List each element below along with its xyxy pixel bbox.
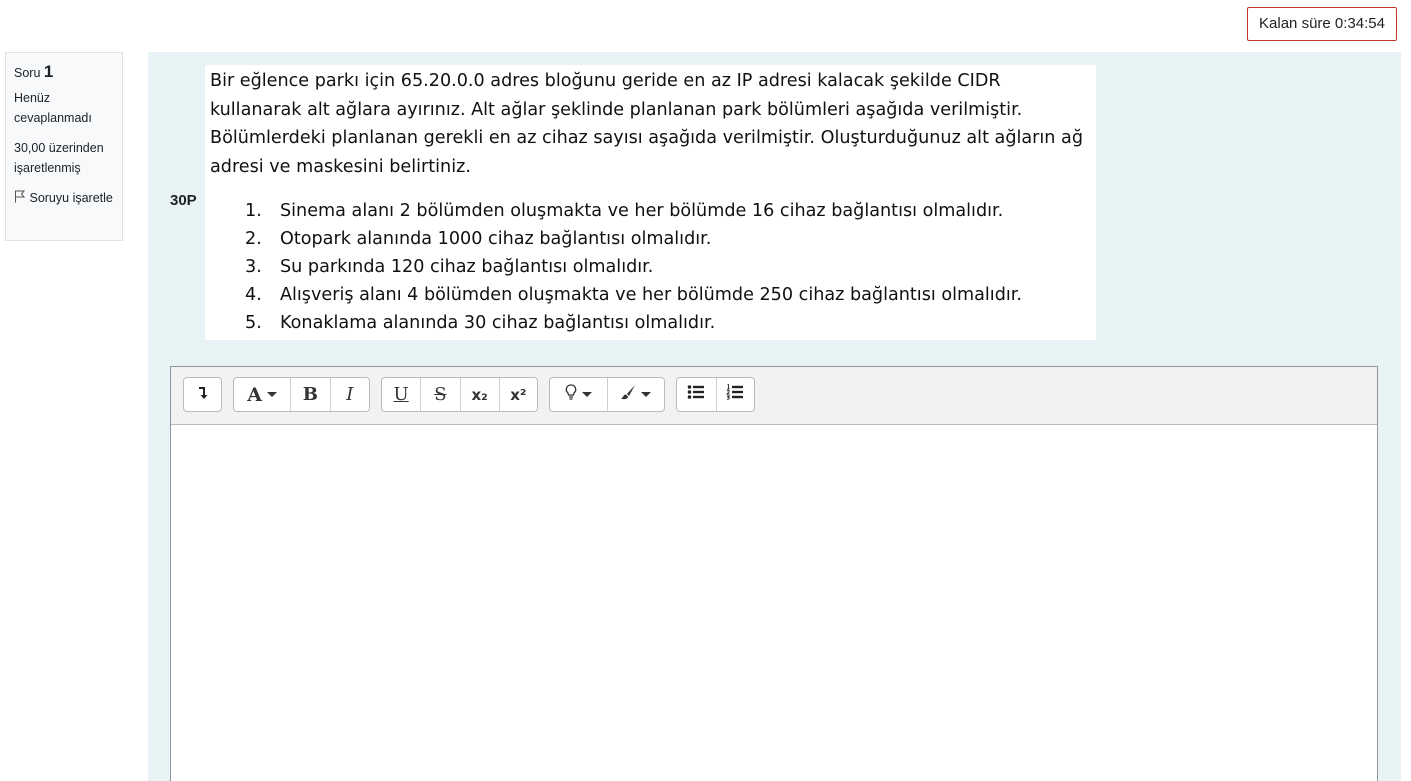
list-item-number: 2. (245, 229, 262, 249)
timer-label: Kalan süre (1259, 15, 1331, 32)
strikethrough-icon: S (434, 384, 447, 405)
list-item-number: 5. (245, 313, 262, 333)
question-state: Henüz cevaplanmadı (14, 91, 92, 125)
question-number: Soru 1 (14, 62, 114, 83)
answer-text-area[interactable] (171, 425, 1377, 781)
toolbar-group-toggle (183, 377, 222, 412)
bold-button[interactable]: B (291, 378, 331, 411)
chevron-down-icon (641, 392, 652, 397)
flag-label: Soruyu işaretle (29, 191, 113, 205)
list-item-text: Otopark alanında 1000 cihaz bağlantısı o… (280, 229, 712, 249)
subscript-icon: x₂ (471, 385, 488, 404)
font-style-button[interactable]: A (234, 378, 292, 411)
question-label: Soru (14, 66, 41, 80)
toolbar-group-format: A B I (233, 377, 370, 412)
question-number-value: 1 (43, 62, 54, 81)
ordered-list-button[interactable] (717, 378, 755, 411)
ordered-list-icon (726, 383, 744, 405)
question-text-image: Bir eğlence parkı için 65.20.0.0 adres b… (205, 65, 1096, 340)
underline-button[interactable]: U (382, 378, 422, 411)
list-item: 4. Alışveriş alanı 4 bölümden oluşmakta … (210, 281, 1091, 309)
list-item-number: 4. (245, 285, 262, 305)
list-item-number: 3. (245, 257, 262, 277)
chevron-down-icon (581, 392, 592, 397)
paint-brush-icon (620, 384, 636, 405)
time-remaining: Kalan süre 0:34:54 (1247, 7, 1397, 41)
list-item-text: Su parkında 120 cihaz bağlantısı olmalıd… (280, 257, 654, 277)
unordered-list-button[interactable] (677, 378, 717, 411)
italic-button[interactable]: I (331, 378, 369, 411)
question-grade: 30,00 üzerinden işaretlenmiş (14, 141, 104, 175)
flag-question-link[interactable]: Soruyu işaretle (14, 188, 114, 208)
font-style-icon: A (247, 383, 262, 406)
lightbulb-icon (565, 384, 577, 405)
editor-toolbar: A B I U S x₂ x² (171, 367, 1377, 425)
answer-editor: A B I U S x₂ x² (170, 366, 1378, 781)
question-intro: Bir eğlence parkı için 65.20.0.0 adres b… (210, 71, 1083, 177)
toolbar-group-insert (549, 377, 665, 412)
question-content: 30P Bir eğlence parkı için 65.20.0.0 adr… (148, 52, 1401, 781)
question-info-panel: Soru 1 Henüz cevaplanmadı 30,00 üzerinde… (5, 52, 123, 241)
superscript-icon: x² (510, 385, 527, 404)
chevron-down-icon (266, 392, 277, 397)
bold-icon: B (302, 384, 318, 405)
list-item-text: Alışveriş alanı 4 bölümden oluşmakta ve … (280, 285, 1022, 305)
italic-icon: I (346, 384, 354, 405)
list-item-text: Konaklama alanında 30 cihaz bağlantısı o… (280, 313, 716, 333)
list-item: 1. Sinema alanı 2 bölümden oluşmakta ve … (210, 197, 1091, 225)
lightbulb-button[interactable] (550, 378, 608, 411)
underline-icon: U (393, 384, 409, 405)
list-item: 3. Su parkında 120 cihaz bağlantısı olma… (210, 253, 1091, 281)
list-item: 2. Otopark alanında 1000 cihaz bağlantıs… (210, 225, 1091, 253)
unordered-list-icon (687, 384, 705, 405)
subscript-button[interactable]: x₂ (461, 378, 500, 411)
strikethrough-button[interactable]: S (421, 378, 461, 411)
toolbar-group-text: U S x₂ x² (381, 377, 538, 412)
points-label: 30P (170, 192, 197, 209)
list-item-text: Sinema alanı 2 bölümden oluşmakta ve her… (280, 201, 1004, 221)
toolbar-group-lists (676, 377, 755, 412)
show-more-icon (197, 384, 209, 405)
flag-icon (14, 189, 26, 203)
list-item-number: 1. (245, 201, 262, 221)
paint-brush-button[interactable] (608, 378, 665, 411)
show-more-button[interactable] (184, 378, 221, 411)
timer-value: 0:34:54 (1334, 15, 1385, 32)
requirements-list: 1. Sinema alanı 2 bölümden oluşmakta ve … (210, 197, 1091, 337)
list-item: 5. Konaklama alanında 30 cihaz bağlantıs… (210, 309, 1091, 337)
superscript-button[interactable]: x² (500, 378, 537, 411)
